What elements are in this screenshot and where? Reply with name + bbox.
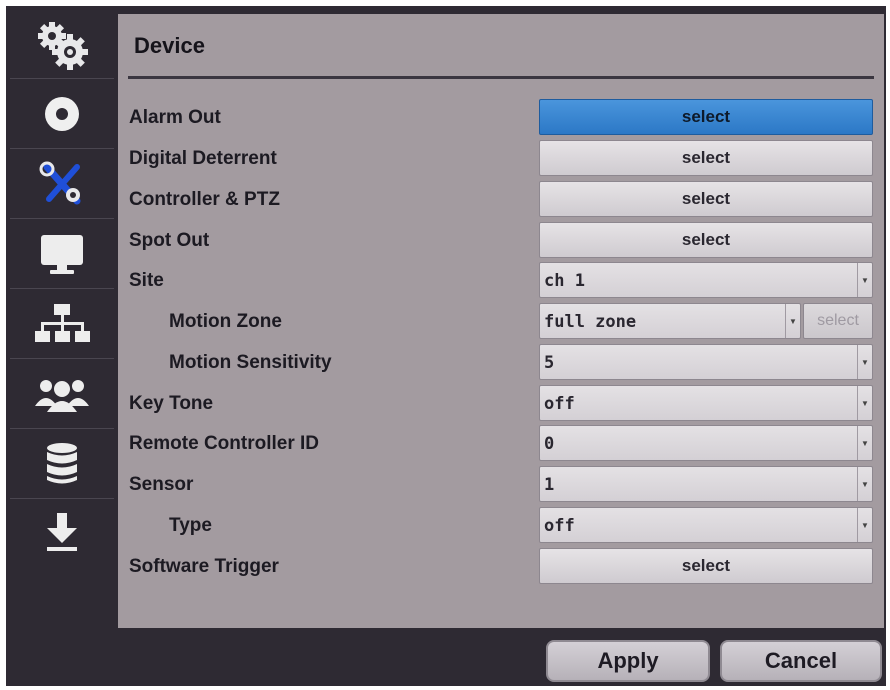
title-divider — [128, 76, 874, 79]
type-value: off — [544, 516, 575, 536]
digital-deterrent-label: Digital Deterrent — [129, 148, 277, 169]
controller-ptz-label: Controller & PTZ — [129, 189, 280, 210]
sidebar-item-network[interactable] — [10, 290, 114, 359]
site-value: ch 1 — [544, 271, 585, 291]
key-tone-label: Key Tone — [129, 393, 214, 414]
sensor-value: 1 — [544, 475, 555, 495]
sidebar-item-system[interactable] — [10, 10, 114, 79]
chevron-down-icon: ▼ — [857, 345, 872, 379]
apply-button[interactable]: Apply — [546, 640, 710, 682]
monitor-icon — [41, 235, 83, 274]
download-icon — [47, 513, 77, 551]
motion-zone-value: full zone — [544, 312, 637, 332]
settings-gears-icon — [38, 22, 88, 70]
alarm-out-select-button[interactable]: select — [539, 99, 873, 135]
chevron-down-icon: ▼ — [857, 386, 872, 420]
sensor-label: Sensor — [129, 474, 194, 495]
motion-zone-dropdown[interactable]: full zone ▼ — [539, 303, 801, 339]
software-trigger-label: Software Trigger — [129, 556, 279, 577]
chevron-down-icon: ▼ — [785, 304, 800, 338]
motion-sensitivity-value: 5 — [544, 353, 555, 373]
motion-zone-label: Motion Zone — [169, 311, 282, 332]
spot-out-select-button[interactable]: select — [539, 222, 873, 258]
controller-ptz-select-button[interactable]: select — [539, 181, 873, 217]
type-dropdown[interactable]: off ▼ — [539, 507, 873, 543]
alarm-out-label: Alarm Out — [129, 107, 221, 128]
sidebar-item-download[interactable] — [10, 500, 114, 568]
site-label: Site — [129, 270, 164, 291]
page-title: Device — [134, 33, 205, 58]
network-icon — [35, 304, 90, 342]
sidebar-item-display[interactable] — [10, 220, 114, 289]
motion-zone-select-button[interactable]: select — [803, 303, 873, 339]
disc-icon — [45, 97, 79, 131]
key-tone-value: off — [544, 394, 575, 414]
chevron-down-icon: ▼ — [857, 263, 872, 297]
software-trigger-select-button[interactable]: select — [539, 548, 873, 584]
site-dropdown[interactable]: ch 1 ▼ — [539, 262, 873, 298]
digital-deterrent-select-button[interactable]: select — [539, 140, 873, 176]
cancel-button[interactable]: Cancel — [720, 640, 882, 682]
chevron-down-icon: ▼ — [857, 467, 872, 501]
type-label: Type — [169, 515, 212, 536]
chevron-down-icon: ▼ — [857, 426, 872, 460]
device-tools-icon — [39, 161, 81, 205]
users-icon — [35, 380, 89, 412]
database-icon — [47, 443, 77, 484]
sidebar-item-device[interactable] — [10, 150, 114, 219]
sensor-dropdown[interactable]: 1 ▼ — [539, 466, 873, 502]
motion-sensitivity-dropdown[interactable]: 5 ▼ — [539, 344, 873, 380]
remote-controller-id-label: Remote Controller ID — [129, 433, 320, 454]
sidebar-item-storage[interactable] — [10, 430, 114, 499]
remote-controller-id-dropdown[interactable]: 0 ▼ — [539, 425, 873, 461]
motion-sensitivity-label: Motion Sensitivity — [169, 352, 332, 373]
remote-controller-id-value: 0 — [544, 434, 555, 454]
sidebar-item-users[interactable] — [10, 360, 114, 429]
sidebar — [10, 10, 114, 638]
spot-out-label: Spot Out — [129, 230, 210, 251]
sidebar-item-record[interactable] — [10, 80, 114, 149]
key-tone-dropdown[interactable]: off ▼ — [539, 385, 873, 421]
chevron-down-icon: ▼ — [857, 508, 872, 542]
